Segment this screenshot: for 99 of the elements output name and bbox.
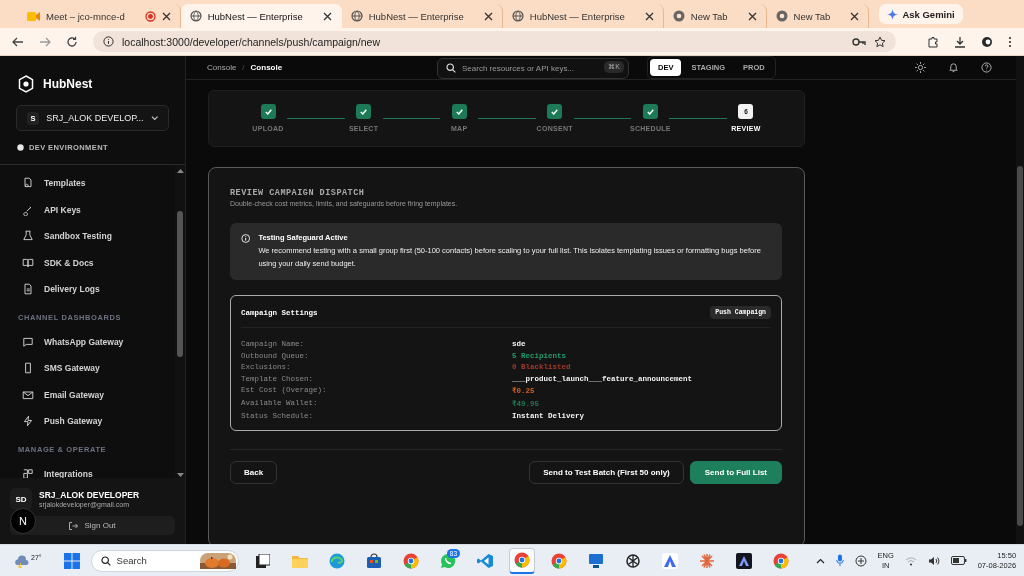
send-test-button[interactable]: Send to Test Batch (First 50 only)	[529, 460, 684, 484]
check-icon	[551, 108, 559, 115]
chrome-icon	[513, 552, 530, 568]
triangle-app-icon	[661, 552, 678, 569]
profile-icon[interactable]	[981, 35, 993, 48]
nav-item-icon	[22, 283, 34, 296]
back-button[interactable]: Back	[230, 460, 278, 484]
nav-item-icon	[22, 177, 34, 190]
nav-item[interactable]: Sandbox Testing	[18, 223, 175, 250]
bell-icon[interactable]	[948, 62, 959, 73]
user-name: SRJ_ALOK DEVELOPER	[39, 490, 140, 500]
microphone-icon[interactable]	[835, 554, 844, 567]
sign-out-icon	[69, 521, 79, 530]
star-icon[interactable]	[874, 35, 886, 48]
check-icon	[646, 108, 654, 115]
sparkle-icon	[887, 8, 899, 20]
speaker-icon[interactable]	[927, 555, 940, 566]
step-connector	[478, 118, 536, 119]
browser-tab[interactable]: HubNest — Enterprise	[180, 4, 342, 28]
search-icon	[446, 62, 456, 73]
nav-item[interactable]: Delivery Logs	[18, 276, 175, 303]
nav-item[interactable]: WhatsApp Gateway	[18, 328, 175, 355]
check-icon	[264, 108, 272, 115]
nav-item[interactable]: API Keys	[18, 196, 175, 223]
wave-app-icon	[329, 552, 346, 569]
close-icon[interactable]	[322, 11, 332, 21]
nav-item[interactable]: SDK & Docs	[18, 249, 175, 276]
task-view-icon	[256, 553, 271, 568]
globe-icon	[511, 10, 524, 22]
user-avatar: SD	[10, 488, 32, 510]
sun-icon[interactable]	[915, 62, 926, 73]
battery-icon[interactable]	[950, 556, 967, 565]
brand-name: HubNest	[43, 77, 93, 91]
chevron-up-icon[interactable]	[815, 557, 825, 564]
video-camera-icon	[27, 10, 40, 22]
code-editor-icon	[476, 552, 493, 569]
info-icon	[241, 233, 251, 244]
chrome-icon	[550, 552, 567, 569]
globe-icon	[350, 10, 363, 22]
knot-icon	[624, 552, 641, 569]
nav-item-icon	[22, 230, 34, 243]
nav-item-icon	[22, 335, 34, 348]
breadcrumb-link[interactable]: Console	[250, 63, 283, 72]
scroll-up-icon[interactable]	[176, 168, 184, 173]
step-connector	[382, 118, 441, 119]
triangle-app-icon	[735, 552, 752, 569]
weather-icon[interactable]	[14, 553, 30, 568]
more-icon[interactable]	[1008, 35, 1012, 48]
section-title: REVIEW CAMPAIGN DISPATCH	[230, 188, 366, 198]
nav-item-icon	[22, 256, 34, 269]
step-connector	[669, 118, 727, 119]
site-info-icon	[103, 36, 114, 47]
scrollbar[interactable]	[1016, 56, 1024, 544]
close-icon[interactable]	[483, 11, 493, 21]
close-icon[interactable]	[161, 11, 171, 21]
windows-start-icon[interactable]	[63, 552, 80, 569]
close-icon[interactable]	[644, 11, 654, 21]
send-full-button[interactable]: Send to Full List	[689, 460, 782, 484]
folder-icon	[292, 553, 309, 568]
nav-item[interactable]: SMS Gateway	[18, 355, 175, 382]
help-icon[interactable]	[981, 62, 992, 73]
chrome-icon	[672, 10, 685, 22]
monitor-icon	[587, 552, 604, 569]
close-icon[interactable]	[747, 11, 757, 21]
chrome-icon	[772, 552, 789, 569]
check-icon	[360, 108, 368, 115]
status-dot-icon	[17, 143, 24, 151]
hexagon-logo-icon	[18, 75, 34, 93]
nav-item[interactable]: Email Gateway	[18, 381, 175, 408]
search-icon	[100, 555, 111, 566]
nav-item[interactable]: Integrations	[18, 460, 175, 478]
asterisk-icon	[698, 552, 715, 569]
taskbar-search-field[interactable]: Search	[90, 549, 240, 572]
step-connector	[287, 118, 345, 119]
back-icon[interactable]	[12, 35, 24, 48]
breadcrumb-separator: /	[242, 63, 245, 72]
chrome-icon	[403, 552, 420, 569]
nav-item-icon	[22, 362, 34, 375]
nav-item[interactable]: Templates	[18, 170, 175, 197]
dev-tools-badge[interactable]: N	[10, 508, 36, 534]
breadcrumb-link[interactable]: Console	[207, 63, 237, 72]
reload-icon[interactable]	[66, 35, 78, 48]
extensions-icon[interactable]	[927, 35, 939, 48]
nav-item-icon	[22, 388, 34, 401]
chrome-icon	[775, 10, 788, 22]
step-connector	[573, 118, 632, 119]
gemini-button[interactable]: Ask Gemini	[879, 4, 963, 24]
close-icon[interactable]	[850, 11, 860, 21]
chevron-down-icon	[150, 115, 158, 121]
forward-icon[interactable]	[39, 35, 51, 48]
key-icon[interactable]	[852, 36, 866, 47]
check-icon	[455, 108, 463, 115]
bag-icon	[366, 552, 383, 569]
globe-icon	[189, 10, 202, 22]
nav-item[interactable]: Push Gateway	[18, 408, 175, 435]
nav-item-icon	[22, 467, 34, 478]
download-icon[interactable]	[954, 35, 966, 48]
address-field[interactable]: localhost:3000/developer/channels/push/campaign/new	[93, 31, 896, 52]
nav-item-icon	[22, 415, 34, 428]
